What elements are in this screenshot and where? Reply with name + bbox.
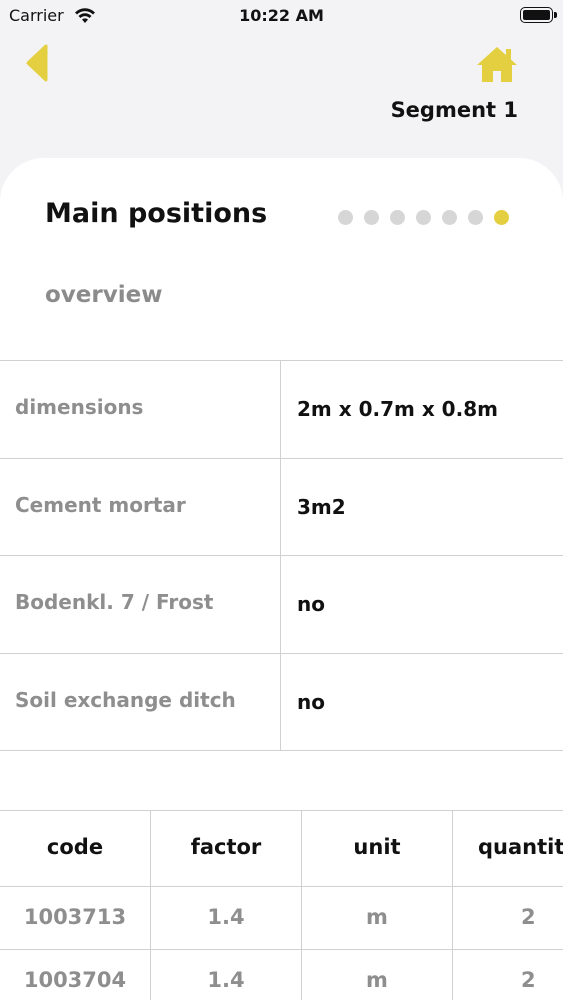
info-label: Bodenkl. 7 / Frost	[0, 556, 281, 653]
cell-quantity: 2	[521, 968, 536, 992]
page-indicator	[338, 210, 509, 225]
main-card: Main positions overview dimensions 2m x …	[0, 158, 563, 1000]
cell-unit: m	[302, 887, 453, 949]
column-header-unit: unit	[302, 811, 453, 886]
info-row: Soil exchange ditch no	[0, 653, 563, 751]
cell-factor: 1.4	[151, 950, 302, 1000]
page-dot-3[interactable]	[390, 210, 405, 225]
info-label: dimensions	[0, 361, 281, 458]
info-value: no	[297, 689, 325, 714]
positions-table: code factor unit quantit 1003713 1.4 m 2…	[0, 810, 563, 1000]
info-value: no	[297, 592, 325, 616]
info-table: dimensions 2m x 0.7m x 0.8m Cement morta…	[0, 360, 563, 751]
home-icon[interactable]	[474, 44, 520, 84]
cell-unit: m	[302, 950, 453, 1000]
info-row: Cement mortar 3m2	[0, 458, 563, 556]
page-dot-1[interactable]	[338, 210, 353, 225]
page-dot-2[interactable]	[364, 210, 379, 225]
info-row: dimensions 2m x 0.7m x 0.8m	[0, 361, 563, 459]
clock: 10:22 AM	[239, 6, 324, 25]
info-row: Bodenkl. 7 / Frost no	[0, 556, 563, 654]
cell-quantity: 2	[521, 905, 536, 929]
column-header-quantity: quantit	[478, 835, 563, 859]
segment-title: Segment 1	[390, 98, 518, 122]
info-label: Soil exchange ditch	[0, 653, 281, 750]
table-row[interactable]: 1003704 1.4 m 2	[0, 950, 563, 1000]
column-header-code: code	[0, 811, 151, 886]
back-chevron-icon[interactable]	[24, 44, 50, 82]
page-dot-6[interactable]	[468, 210, 483, 225]
section-subtitle: overview	[45, 282, 163, 308]
battery-icon	[520, 7, 553, 23]
info-value: 2m x 0.7m x 0.8m	[297, 397, 498, 421]
page-dot-7-active[interactable]	[494, 210, 509, 225]
status-bar: Carrier 10:22 AM	[0, 0, 563, 32]
column-header-factor: factor	[151, 811, 302, 886]
info-value: 3m2	[297, 494, 346, 519]
page-title: Main positions	[45, 198, 268, 229]
page-dot-5[interactable]	[442, 210, 457, 225]
table-row[interactable]: 1003713 1.4 m 2	[0, 887, 563, 950]
info-label: Cement mortar	[0, 458, 281, 555]
table-header-row: code factor unit quantit	[0, 811, 563, 887]
page-dot-4[interactable]	[416, 210, 431, 225]
cell-factor: 1.4	[151, 887, 302, 949]
cell-code: 1003713	[0, 887, 151, 949]
cell-code: 1003704	[0, 950, 151, 1000]
battery-tip	[554, 12, 557, 18]
